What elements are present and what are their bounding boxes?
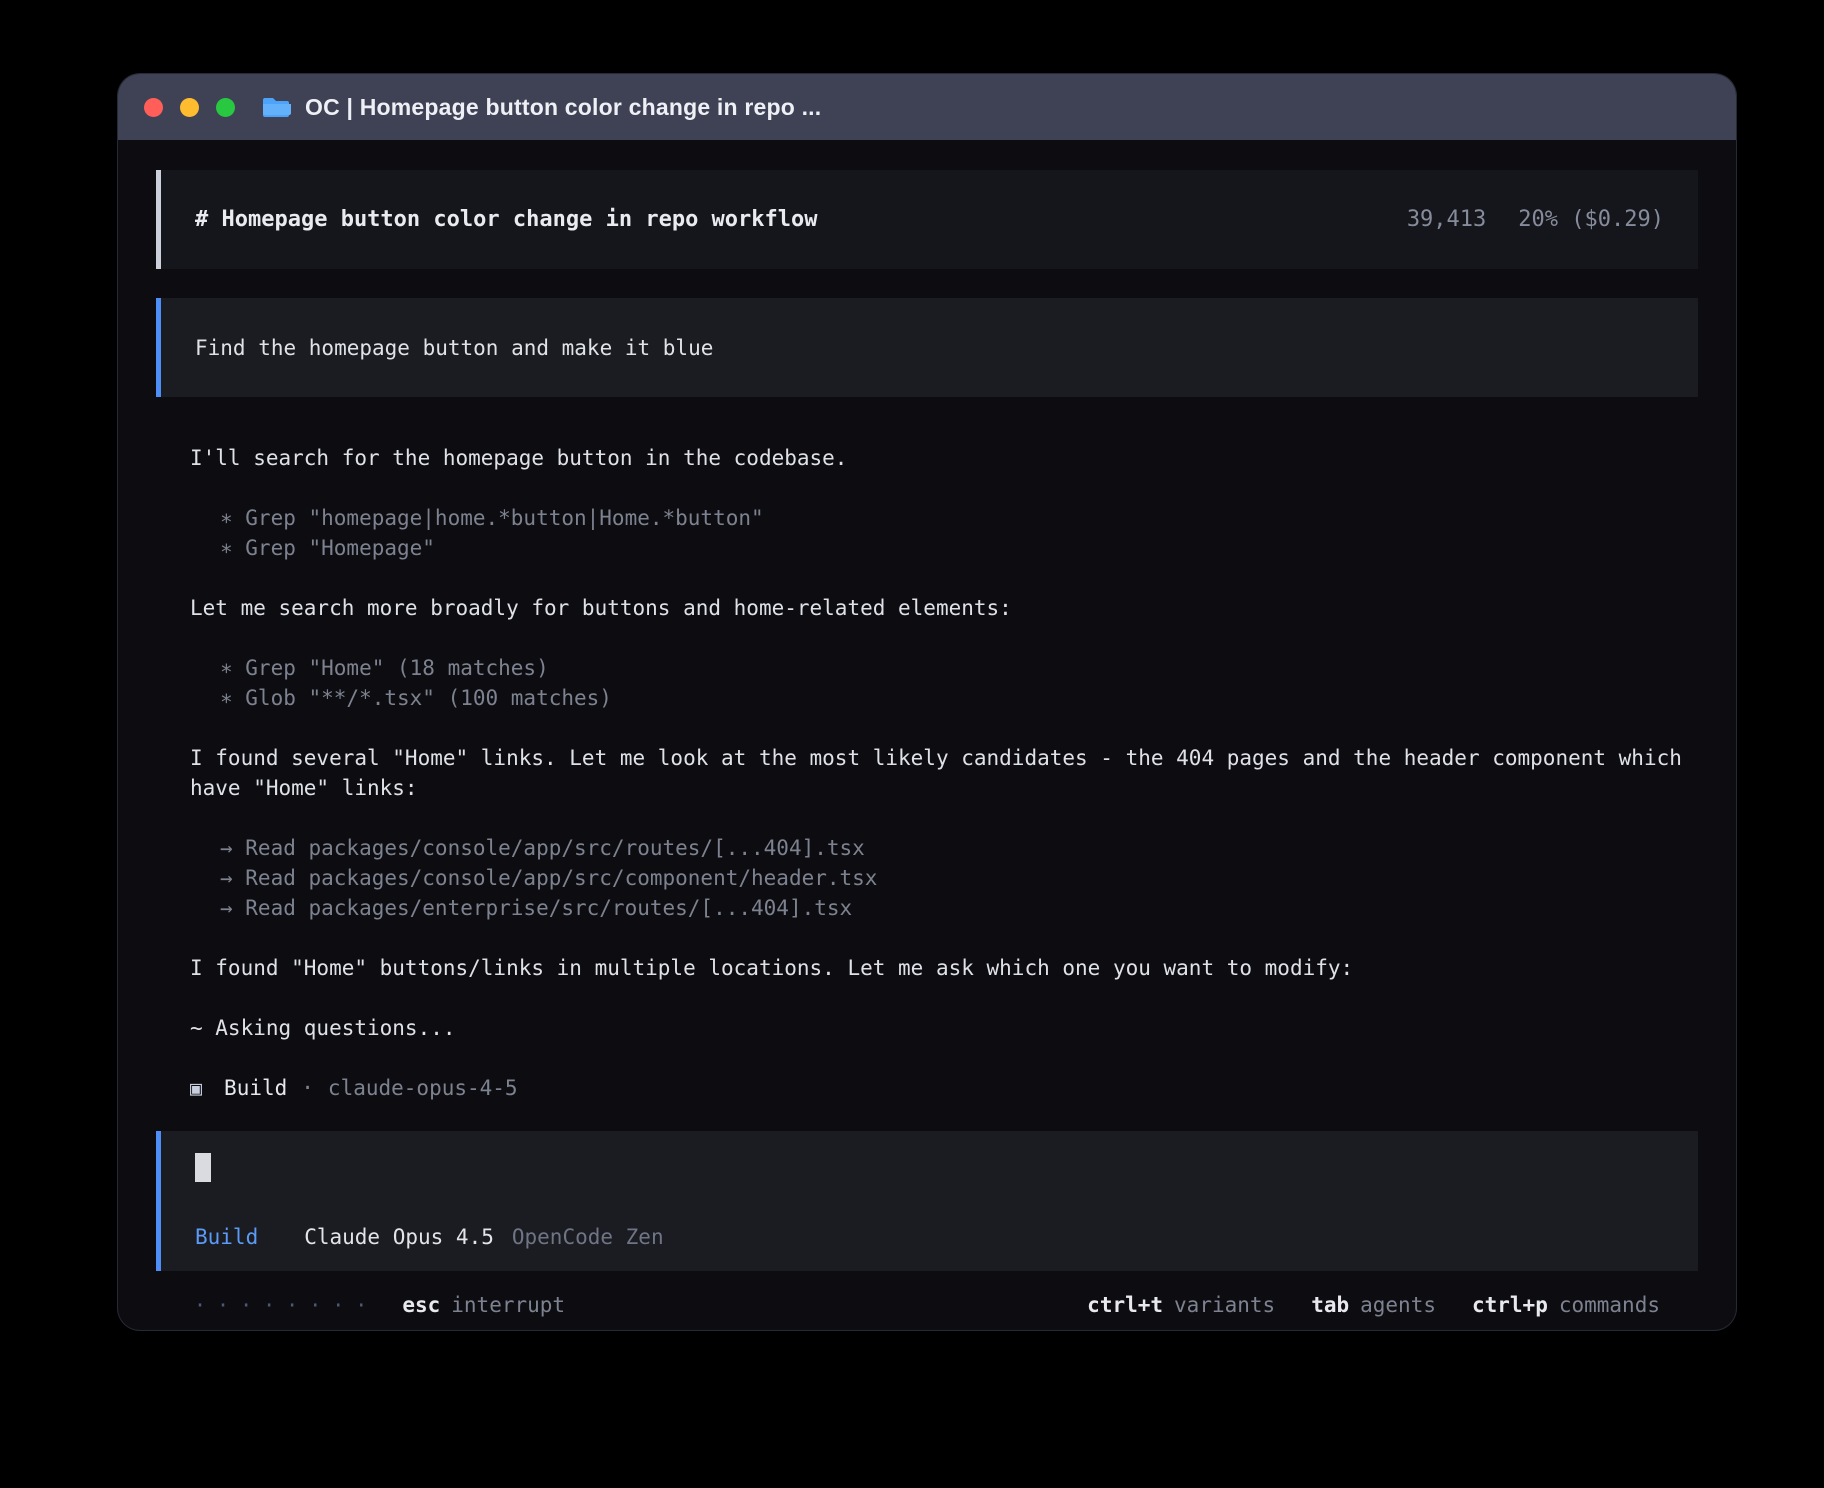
model-row: Build Claude Opus 4.5 OpenCode Zen <box>195 1225 1664 1249</box>
window-titlebar: OC | Homepage button color change in rep… <box>118 74 1736 140</box>
label-agents: agents <box>1360 1293 1436 1317</box>
text-cursor <box>195 1153 211 1182</box>
key-ctrl-p: ctrl+p <box>1472 1293 1548 1317</box>
mode-label[interactable]: Build <box>195 1225 258 1249</box>
window-controls <box>144 98 235 117</box>
zoom-button[interactable] <box>216 98 235 117</box>
status-bar: ········ esc interrupt ctrl+t variants t… <box>156 1271 1698 1317</box>
tool-call-grep: ∗ Grep "Home" (18 matches) <box>220 653 1698 683</box>
assistant-transcript: I'll search for the homepage button in t… <box>156 443 1698 1103</box>
label-interrupt: interrupt <box>451 1293 565 1317</box>
agent-model: claude-opus-4-5 <box>328 1073 518 1103</box>
agent-status-line: ▣ Build · claude-opus-4-5 <box>190 1073 1698 1103</box>
tool-call-glob: ∗ Glob "**/*.tsx" (100 matches) <box>220 683 1698 713</box>
label-variants: variants <box>1174 1293 1275 1317</box>
session-stats: 39,413 20% ($0.29) <box>1407 207 1664 232</box>
provider-name: OpenCode Zen <box>512 1225 664 1249</box>
key-tab: tab <box>1311 1293 1349 1317</box>
assistant-paragraph: Let me search more broadly for buttons a… <box>190 593 1690 623</box>
agent-separator: · <box>301 1073 314 1103</box>
tool-call-grep: ∗ Grep "Homepage" <box>220 533 1698 563</box>
key-esc: esc <box>402 1293 440 1317</box>
folder-icon <box>261 95 291 119</box>
terminal-window: OC | Homepage button color change in rep… <box>118 74 1736 1330</box>
tool-call-read: → Read packages/console/app/src/componen… <box>220 863 1698 893</box>
label-commands: commands <box>1559 1293 1660 1317</box>
hint-interrupt: esc interrupt <box>402 1293 565 1317</box>
agent-icon: ▣ <box>190 1073 202 1103</box>
model-name: Claude Opus 4.5 <box>304 1225 494 1249</box>
user-message: Find the homepage button and make it blu… <box>156 298 1698 397</box>
prompt-input[interactable]: Build Claude Opus 4.5 OpenCode Zen <box>156 1131 1698 1271</box>
key-ctrl-t: ctrl+t <box>1087 1293 1163 1317</box>
session-content: # Homepage button color change in repo w… <box>118 140 1736 1317</box>
assistant-status-text: ~ Asking questions... <box>190 1013 1690 1043</box>
tool-call-read: → Read packages/console/app/src/routes/[… <box>220 833 1698 863</box>
hint-commands: ctrl+p commands <box>1472 1293 1660 1317</box>
tool-call-grep: ∗ Grep "homepage|home.*button|Home.*butt… <box>220 503 1698 533</box>
agent-name: Build <box>224 1073 287 1103</box>
tool-call-group: ∗ Grep "homepage|home.*button|Home.*butt… <box>190 503 1698 563</box>
context-usage: 20% ($0.29) <box>1518 207 1664 232</box>
assistant-paragraph: I found "Home" buttons/links in multiple… <box>190 953 1690 983</box>
minimize-button[interactable] <box>180 98 199 117</box>
window-title: OC | Homepage button color change in rep… <box>305 94 821 121</box>
spinner-dots: ········ <box>194 1293 378 1317</box>
hint-agents: tab agents <box>1311 1293 1436 1317</box>
assistant-paragraph: I found several "Home" links. Let me loo… <box>190 743 1690 803</box>
tool-call-group: → Read packages/console/app/src/routes/[… <box>190 833 1698 923</box>
user-message-text: Find the homepage button and make it blu… <box>195 336 713 360</box>
session-header: # Homepage button color change in repo w… <box>156 170 1698 269</box>
status-bar-right: ctrl+t variants tab agents ctrl+p comman… <box>1087 1293 1660 1317</box>
token-count: 39,413 <box>1407 207 1486 232</box>
assistant-paragraph: I'll search for the homepage button in t… <box>190 443 1690 473</box>
close-button[interactable] <box>144 98 163 117</box>
hint-variants: ctrl+t variants <box>1087 1293 1275 1317</box>
tool-call-group: ∗ Grep "Home" (18 matches) ∗ Glob "**/*.… <box>190 653 1698 713</box>
tool-call-read: → Read packages/enterprise/src/routes/[.… <box>220 893 1698 923</box>
session-title: # Homepage button color change in repo w… <box>195 207 818 232</box>
